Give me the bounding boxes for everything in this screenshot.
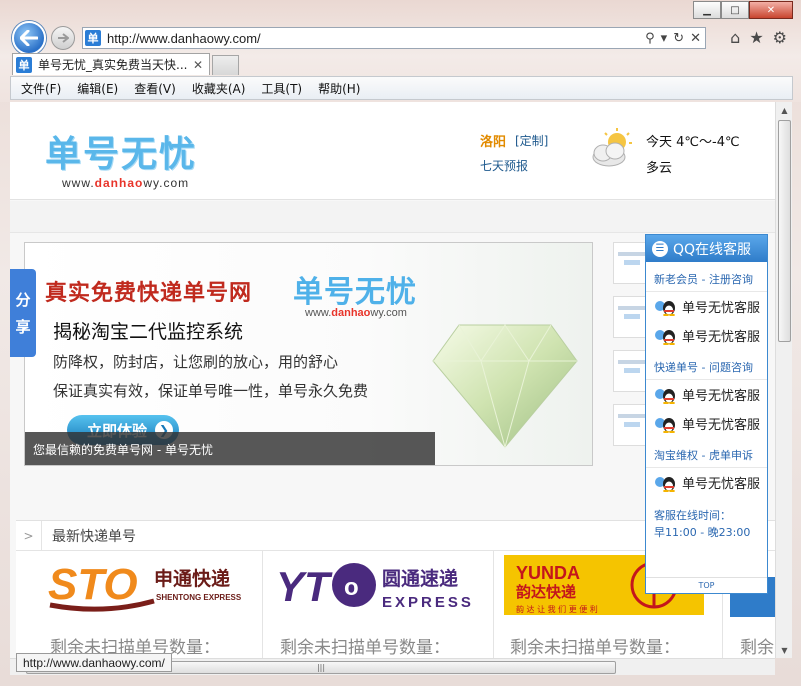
menu-edit[interactable]: 编辑(E)	[77, 80, 118, 97]
yto-remaining-count: 剩余未扫描单号数量：	[280, 638, 450, 658]
search-icon[interactable]: ⚲	[645, 31, 655, 46]
home-icon[interactable]: ⌂	[730, 28, 740, 47]
chevron-right-icon[interactable]: >	[16, 520, 42, 551]
yunda-remaining-count: 剩余未扫描单号数量：	[510, 638, 680, 658]
vertical-scrollbar[interactable]: ▲ ▼	[775, 102, 792, 658]
tab-favicon: 单	[16, 56, 32, 73]
qq-penguin-icon	[655, 476, 675, 492]
stop-icon[interactable]: ✕	[690, 31, 701, 46]
menu-favorites[interactable]: 收藏夹(A)	[192, 80, 246, 97]
sto-logo[interactable]: STO 申通快递 SHENTONG EXPRESS	[44, 555, 246, 615]
favorites-star-icon[interactable]: ★	[749, 28, 763, 47]
yto-logo[interactable]: YT o 圆通速递 EXPRESS	[274, 555, 474, 615]
weather-condition: 多云	[646, 161, 673, 176]
svg-text:EXPRESS: EXPRESS	[382, 594, 474, 611]
back-arrow-icon	[20, 30, 38, 46]
qq-penguin-icon	[655, 417, 675, 433]
qq-penguin-icon	[655, 300, 675, 316]
new-tab-button[interactable]	[212, 55, 239, 75]
qq-section-label: 淘宝维权 - 虎单申诉	[646, 438, 767, 468]
svg-text:韵 达 让 我 们 更 便 利: 韵 达 让 我 们 更 便 利	[516, 604, 598, 614]
qq-section-label: 快递单号 - 问题咨询	[646, 350, 767, 380]
address-bar[interactable]: 单 http://www.danhaowy.com/ ⚲ ▾ ↻ ✕	[82, 27, 706, 49]
qq-agent-link[interactable]: 单号无忧客服	[646, 468, 767, 497]
maximize-button[interactable]: □	[721, 1, 749, 19]
site-favicon: 单	[85, 30, 101, 46]
forward-arrow-icon	[58, 33, 69, 43]
divider	[262, 551, 263, 658]
address-url[interactable]: http://www.danhaowy.com/	[107, 31, 645, 46]
scroll-up-icon[interactable]: ▲	[776, 102, 793, 118]
qq-agent-link[interactable]: 单号无忧客服	[646, 321, 767, 350]
back-button[interactable]	[12, 21, 46, 55]
banner-logo: 单号无忧	[293, 275, 417, 310]
svg-text:申通快递: 申通快递	[154, 567, 230, 590]
banner-line-1: 防降权，防封店，让您刷的放心，用的舒心	[53, 353, 339, 371]
divider	[493, 551, 494, 658]
minimize-button[interactable]: ▁	[693, 1, 721, 19]
site-logo-url: www.danhaowy.com	[62, 176, 190, 190]
svg-text:SHENTONG EXPRESS: SHENTONG EXPRESS	[156, 593, 242, 602]
qq-panel-title: QQ在线客服	[673, 241, 752, 258]
site-logo[interactable]: 单号无忧	[45, 125, 197, 177]
tab-active[interactable]: 单 单号无忧_真实免费当天快... ✕	[12, 53, 210, 75]
banner-line-2: 保证真实有效，保证单号唯一性，单号永久免费	[53, 382, 369, 400]
qq-agent-link[interactable]: 单号无忧客服	[646, 292, 767, 321]
nav-strip	[10, 201, 775, 233]
refresh-icon[interactable]: ↻	[673, 31, 684, 46]
svg-text:YT: YT	[276, 563, 333, 610]
menu-file[interactable]: 文件(F)	[21, 80, 61, 97]
scroll-down-icon[interactable]: ▼	[776, 642, 793, 658]
diamond-image	[432, 324, 578, 449]
next-remaining-count: 剩余	[740, 638, 774, 658]
svg-text:YUNDA: YUNDA	[516, 563, 580, 583]
tab-title: 单号无忧_真实免费当天快...	[38, 58, 188, 72]
qq-penguin-icon	[655, 329, 675, 345]
banner-subtitle: 揭秘淘宝二代监控系统	[53, 321, 244, 343]
menu-help[interactable]: 帮助(H)	[318, 80, 360, 97]
forecast-link[interactable]: 七天预报	[480, 157, 528, 174]
svg-text:STO: STO	[48, 560, 138, 609]
close-window-button[interactable]: ✕	[749, 1, 793, 19]
weather-city[interactable]: 洛阳	[480, 131, 506, 150]
browser-chrome: ▁ □ ✕ 单 http://www.danhaowy.com/ ⚲ ▾ ↻ ✕…	[0, 0, 801, 102]
svg-text:o: o	[344, 574, 359, 601]
vertical-scroll-thumb[interactable]	[778, 120, 791, 342]
back-to-top-button[interactable]: TOP	[646, 577, 767, 593]
qq-section-label: 新老会员 - 注册咨询	[646, 262, 767, 292]
qq-service-panel: ☰ QQ在线客服 新老会员 - 注册咨询 单号无忧客服 单号无忧客服 快递单号 …	[645, 234, 768, 594]
weather-temperature: 今天 4℃～-4℃	[646, 135, 740, 150]
qq-service-hours: 客服在线时间： 早11:00 - 晚23:00	[654, 509, 751, 539]
browser-tools: ⌂ ★ ⚙	[730, 28, 787, 47]
window-controls: ▁ □ ✕	[693, 1, 793, 19]
tab-close-icon[interactable]: ✕	[193, 58, 207, 72]
forward-button[interactable]	[51, 26, 75, 50]
weather-customize-link[interactable]: [定制]	[515, 132, 548, 149]
qq-agent-link[interactable]: 单号无忧客服	[646, 380, 767, 409]
banner-caption: 您最信赖的免费单号网 - 单号无忧	[25, 432, 435, 465]
banner-title: 真实免费快递单号网	[45, 281, 253, 306]
dropdown-icon[interactable]: ▾	[661, 31, 668, 46]
latest-numbers-title: 最新快递单号	[52, 528, 136, 545]
site-header: 单号无忧 www.danhaowy.com 洛阳 [定制] 七天预报 今天 4℃…	[10, 102, 775, 200]
qq-agent-link[interactable]: 单号无忧客服	[646, 409, 767, 438]
banner-url: www.danhaowy.com	[305, 307, 407, 319]
svg-text:韵达快递: 韵达快递	[516, 583, 576, 601]
hero-banner[interactable]: 真实免费快递单号网 单号无忧 www.danhaowy.com 揭秘淘宝二代监控…	[24, 242, 593, 466]
cloudy-weather-icon	[592, 128, 632, 167]
svg-text:圆通速递: 圆通速递	[382, 567, 458, 590]
status-bar-url: http://www.danhaowy.com/	[16, 653, 172, 672]
chat-bubble-icon: ☰	[652, 240, 668, 257]
menu-bar: 文件(F) 编辑(E) 查看(V) 收藏夹(A) 工具(T) 帮助(H)	[10, 76, 793, 100]
qq-panel-header: ☰ QQ在线客服	[646, 235, 767, 262]
menu-tools[interactable]: 工具(T)	[261, 80, 302, 97]
qq-penguin-icon	[655, 388, 675, 404]
share-tab[interactable]: 分 享	[10, 269, 36, 357]
menu-view[interactable]: 查看(V)	[134, 80, 176, 97]
settings-gear-icon[interactable]: ⚙	[773, 28, 787, 47]
